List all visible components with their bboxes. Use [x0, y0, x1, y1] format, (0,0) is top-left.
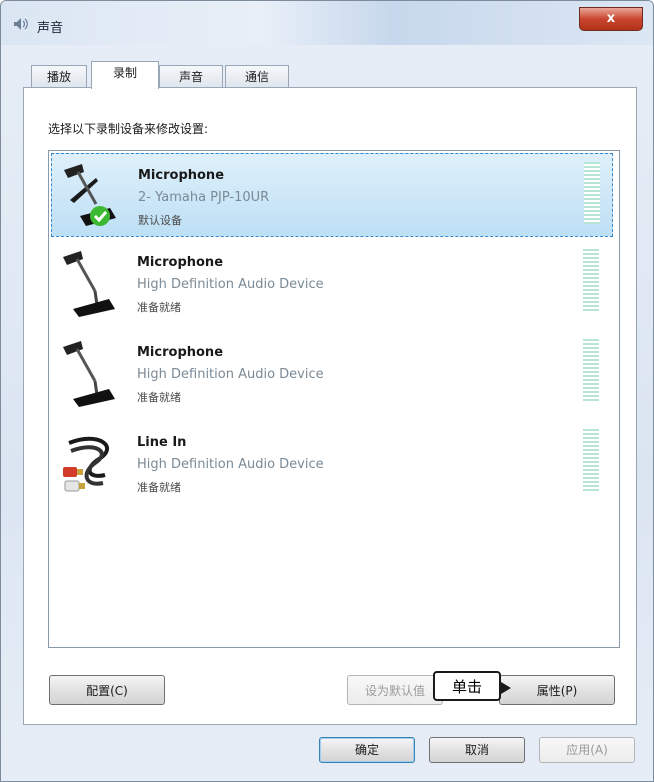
microphone-icon: [63, 341, 115, 407]
close-button[interactable]: x: [579, 7, 643, 31]
default-check-icon: [90, 206, 110, 226]
device-status: 默认设备: [138, 214, 182, 227]
list-item[interactable]: Microphone 2- Yamaha PJP-10UR 默认设备: [51, 153, 613, 237]
level-meter: [583, 429, 599, 491]
list-item[interactable]: Microphone High Definition Audio Device …: [51, 331, 613, 415]
microphone-icon: [63, 251, 115, 317]
level-meter: [583, 339, 599, 401]
device-status: 准备就绪: [137, 301, 181, 314]
sound-dialog: 声音 x 播放 录制 声音 通信 选择以下录制设备来修改设置: Micropho…: [0, 0, 654, 782]
callout-arrow-icon: [501, 682, 511, 694]
cancel-button[interactable]: 取消: [429, 737, 525, 763]
line-in-cable-icon: [63, 436, 109, 492]
list-item[interactable]: Microphone High Definition Audio Device …: [51, 241, 613, 325]
device-description: High Definition Audio Device: [137, 277, 324, 292]
list-item[interactable]: Line In High Definition Audio Device 准备就…: [51, 421, 613, 505]
instruction-text: 选择以下录制设备来修改设置:: [48, 122, 209, 136]
tab-communications[interactable]: 通信: [225, 65, 289, 88]
ok-button[interactable]: 确定: [319, 737, 415, 763]
recording-panel: 选择以下录制设备来修改设置: Microphone 2- Yamaha PJP-…: [23, 87, 637, 725]
device-description: High Definition Audio Device: [137, 457, 324, 472]
device-name: Microphone: [137, 255, 224, 270]
properties-button[interactable]: 属性(P): [499, 675, 615, 705]
device-name: Microphone: [137, 345, 224, 360]
apply-button[interactable]: 应用(A): [539, 737, 635, 763]
device-description: High Definition Audio Device: [137, 367, 324, 382]
tab-playback[interactable]: 播放: [31, 65, 87, 88]
title-bar[interactable]: 声音 x: [1, 1, 653, 45]
configure-button[interactable]: 配置(C): [49, 675, 165, 705]
set-default-button[interactable]: 设为默认值: [347, 675, 443, 705]
microphone-icon: [64, 164, 116, 226]
close-icon: x: [606, 11, 616, 26]
level-meter: [583, 249, 599, 311]
level-meter: [584, 162, 600, 224]
click-callout: 单击: [433, 671, 501, 701]
device-status: 准备就绪: [137, 481, 181, 494]
window-title: 声音: [37, 21, 64, 36]
device-description: 2- Yamaha PJP-10UR: [138, 190, 270, 205]
device-list[interactable]: Microphone 2- Yamaha PJP-10UR 默认设备 Micro…: [48, 150, 620, 648]
device-name: Microphone: [138, 168, 225, 183]
tab-sounds[interactable]: 声音: [159, 65, 223, 88]
device-name: Line In: [137, 435, 187, 450]
device-status: 准备就绪: [137, 391, 181, 404]
speaker-icon: [14, 18, 28, 30]
tab-recording[interactable]: 录制: [91, 61, 159, 89]
